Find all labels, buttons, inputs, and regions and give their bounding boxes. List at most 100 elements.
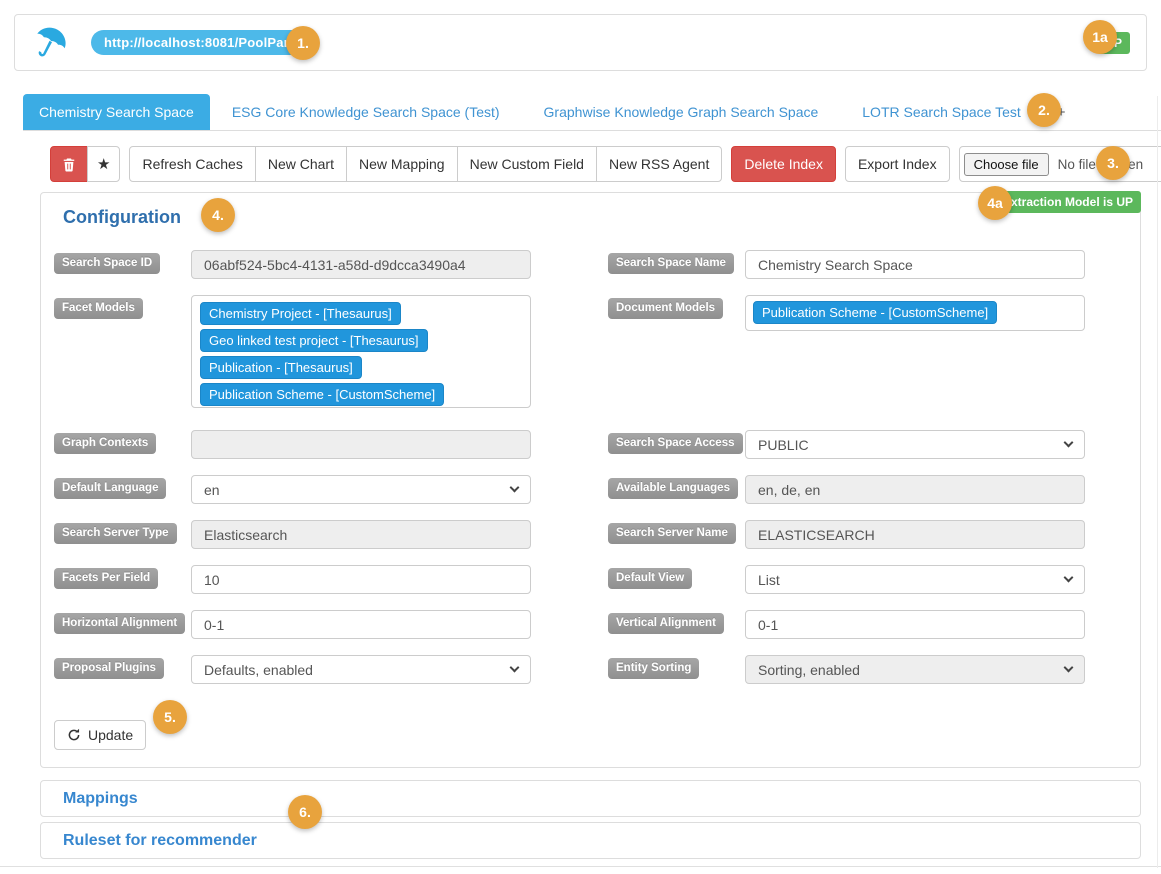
graph-contexts-label: Graph Contexts [54,433,156,454]
mappings-title: Mappings [63,790,138,808]
poolparty-search-space-page: http://localhost:8081/PoolParty UP Chemi… [0,0,1161,874]
tab-lotr-search-space-test[interactable]: LOTR Search Space Test [840,94,1042,130]
search-space-access-label: Search Space Access [608,433,743,454]
quick-actions-group: ★ [50,146,120,182]
annotation-badge-3: 3. [1096,146,1130,180]
graph-contexts-input [191,430,531,459]
default-language-select[interactable]: en [191,475,531,504]
form-row: Horizontal Alignment Vertical Alignment [54,610,1127,639]
search-space-name-input[interactable] [745,250,1085,279]
form-row: Facets Per Field Default View List [54,565,1127,594]
choose-file-button[interactable]: Choose file [964,153,1049,176]
document-model-pill[interactable]: Publication Scheme - [CustomScheme] [753,301,997,324]
default-language-label: Default Language [54,478,166,499]
form-row: Facet Models Chemistry Project - [Thesau… [54,295,1127,408]
index-toolbar: ★ Refresh Caches New Chart New Mapping N… [50,146,1161,182]
proposal-plugins-select[interactable]: Defaults, enabled [191,655,531,684]
update-button-label: Update [88,727,133,743]
delete-index-group: Delete Index [731,146,836,182]
annotation-badge-1: 1. [286,26,320,60]
search-space-access-select[interactable]: PUBLIC [745,430,1085,459]
new-custom-field-button[interactable]: New Custom Field [457,146,597,182]
annotation-badge-4a: 4a [978,186,1012,220]
form-row: Graph Contexts Search Space Access PUBLI… [54,430,1127,459]
search-server-type-input [191,520,531,549]
bottom-divider [0,866,1161,867]
form-row: Proposal Plugins Defaults, enabled Entit… [54,655,1127,684]
new-mapping-button[interactable]: New Mapping [346,146,458,182]
trash-icon [62,157,76,172]
annotation-badge-5: 5. [153,700,187,734]
chevron-down-icon [510,483,520,493]
facets-per-field-label: Facets Per Field [54,568,158,589]
proposal-plugins-label: Proposal Plugins [54,658,164,679]
entity-sorting-label: Entity Sorting [608,658,699,679]
select-value: PUBLIC [758,437,809,453]
form-row: Search Server Type Search Server Name [54,520,1127,549]
extraction-model-status-badge: Extraction Model is UP [995,191,1141,213]
tab-esg-core-knowledge[interactable]: ESG Core Knowledge Search Space (Test) [210,94,522,130]
annotation-badge-4: 4. [201,198,235,232]
search-space-id-input [191,250,531,279]
chevron-down-icon [1064,438,1074,448]
select-value: Sorting, enabled [758,662,860,678]
chevron-down-icon [510,663,520,673]
search-server-type-label: Search Server Type [54,523,177,544]
vertical-alignment-label: Vertical Alignment [608,613,724,634]
select-value: Defaults, enabled [204,662,313,678]
default-view-label: Default View [608,568,692,589]
facet-model-pill[interactable]: Chemistry Project - [Thesaurus] [200,302,401,325]
mappings-panel-header[interactable]: Mappings [40,780,1141,817]
form-row: Search Space ID Search Space Name [54,250,1127,279]
delete-search-space-button[interactable] [50,146,88,182]
delete-index-button[interactable]: Delete Index [731,146,836,182]
form-row: Default Language en Available Languages [54,475,1127,504]
configuration-panel: Extraction Model is UP Configuration Sea… [40,192,1141,768]
facets-per-field-input[interactable] [191,565,531,594]
search-space-tabs: Chemistry Search Space ESG Core Knowledg… [23,94,1161,131]
select-value: List [758,572,780,588]
horizontal-alignment-input[interactable] [191,610,531,639]
facet-models-label: Facet Models [54,298,143,319]
facet-models-listbox[interactable]: Chemistry Project - [Thesaurus] Geo link… [191,295,531,408]
ruleset-panel-header[interactable]: Ruleset for recommender [40,822,1141,859]
vertical-alignment-input[interactable] [745,610,1085,639]
new-chart-button[interactable]: New Chart [255,146,347,182]
export-index-button[interactable]: Export Index [845,146,950,182]
refresh-caches-button[interactable]: Refresh Caches [129,146,255,182]
select-value: en [204,482,220,498]
index-actions-group: Refresh Caches New Chart New Mapping New… [129,146,722,182]
entity-sorting-select[interactable]: Sorting, enabled [745,655,1085,684]
search-space-id-label: Search Space ID [54,253,160,274]
update-button[interactable]: Update [54,720,146,750]
app-header: http://localhost:8081/PoolParty UP [14,14,1147,71]
export-index-group: Export Index [845,146,950,182]
tab-graphwise-knowledge-graph[interactable]: Graphwise Knowledge Graph Search Space [522,94,841,130]
available-languages-label: Available Languages [608,478,738,499]
facet-model-pill[interactable]: Publication Scheme - [CustomScheme] [200,383,444,406]
document-models-listbox[interactable]: Publication Scheme - [CustomScheme] [745,295,1085,331]
server-url-badge[interactable]: http://localhost:8081/PoolParty [91,30,314,55]
annotation-badge-2: 2. [1027,93,1061,127]
horizontal-alignment-label: Horizontal Alignment [54,613,185,634]
refresh-icon [67,728,81,742]
facet-model-pill[interactable]: Publication - [Thesaurus] [200,356,362,379]
search-server-name-label: Search Server Name [608,523,736,544]
chevron-down-icon [1064,663,1074,673]
new-rss-agent-button[interactable]: New RSS Agent [596,146,722,182]
import-file-input[interactable]: Choose file No file chosen [959,146,1161,182]
tab-chemistry-search-space[interactable]: Chemistry Search Space [23,94,210,130]
ruleset-title: Ruleset for recommender [63,832,257,850]
umbrella-logo [31,23,71,63]
search-space-name-label: Search Space Name [608,253,734,274]
annotation-badge-6: 6. [288,795,322,829]
available-languages-input [745,475,1085,504]
chevron-down-icon [1064,573,1074,583]
right-divider [1157,96,1158,868]
document-models-label: Document Models [608,298,723,319]
facet-model-pill[interactable]: Geo linked test project - [Thesaurus] [200,329,428,352]
annotation-badge-1a: 1a [1083,20,1117,54]
default-view-select[interactable]: List [745,565,1085,594]
search-server-name-input [745,520,1085,549]
favorite-button[interactable]: ★ [87,146,120,182]
